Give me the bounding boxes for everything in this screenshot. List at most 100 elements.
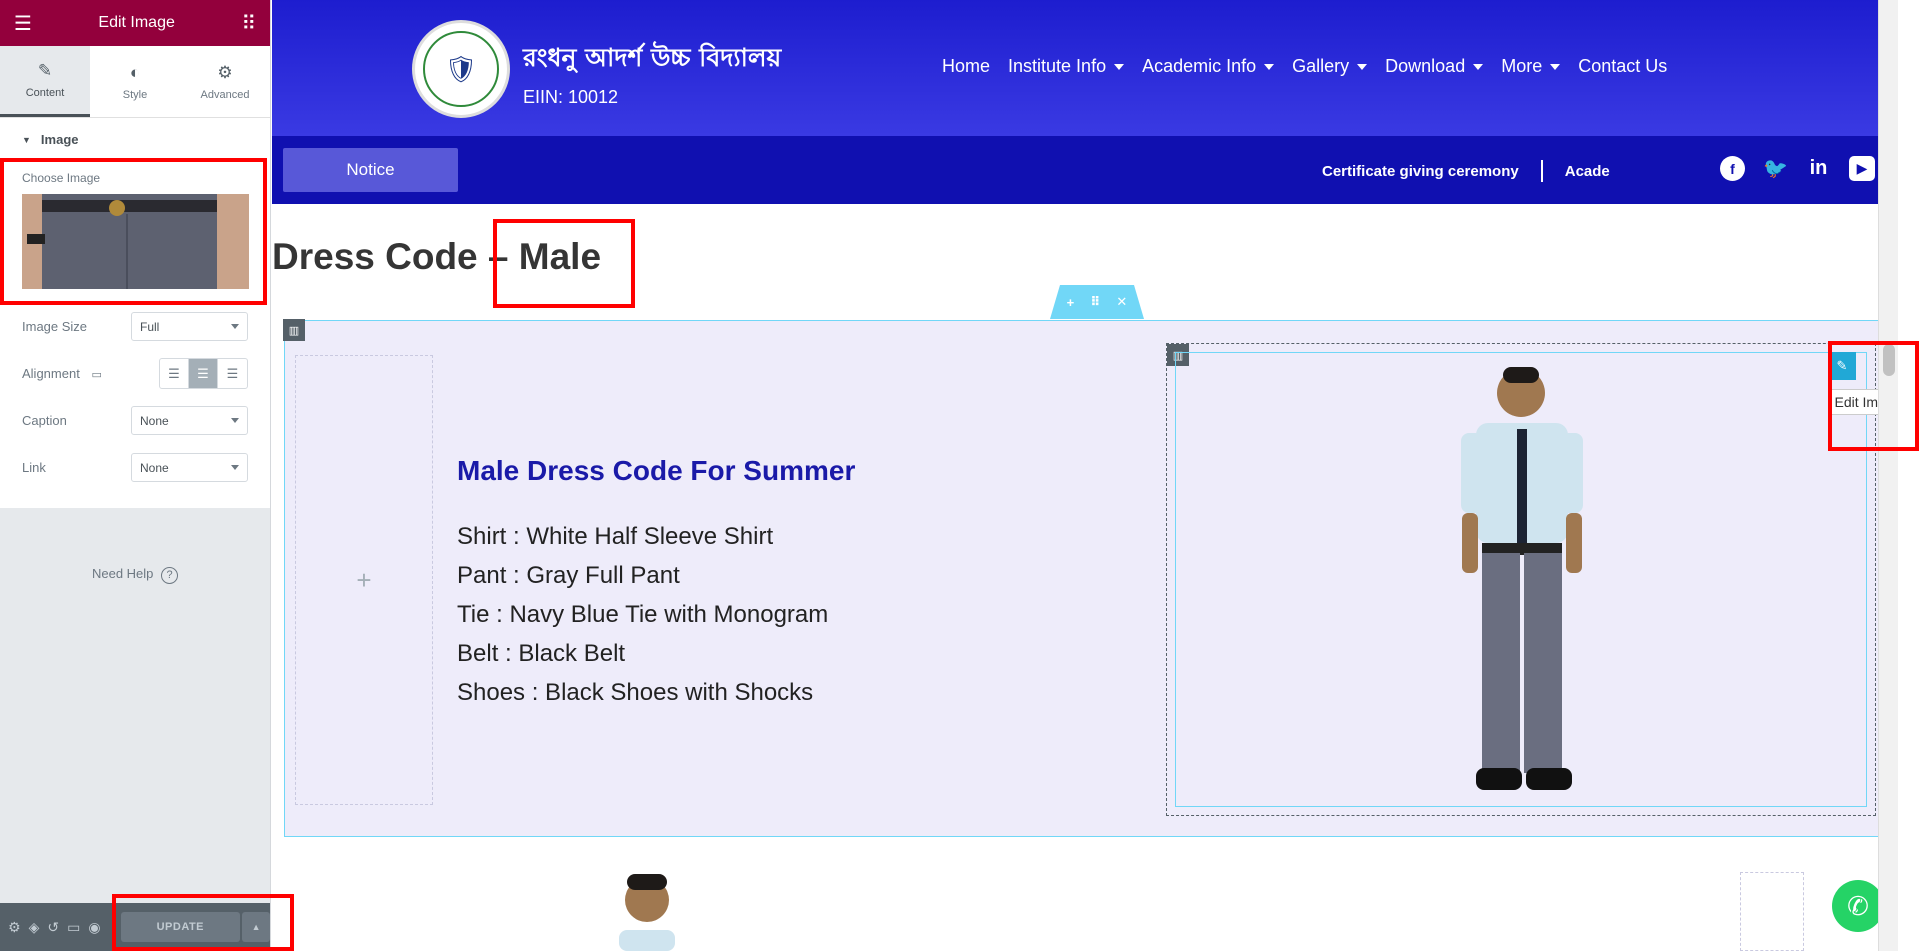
main-nav: Home Institute Info Academic Info Galler… <box>942 56 1667 77</box>
panel-title: Edit Image <box>98 14 175 31</box>
align-right-icon[interactable]: ☰ <box>218 359 247 388</box>
youtube-icon[interactable]: ▶ <box>1849 156 1875 181</box>
hamburger-menu-icon[interactable]: ☰ <box>14 11 32 36</box>
nav-academic-info[interactable]: Academic Info <box>1142 56 1275 77</box>
list-item: Shirt : White Half Sleeve Shirt <box>457 523 774 550</box>
page-title: Dress Code – Male <box>272 236 602 277</box>
tab-style-label: Style <box>122 88 148 101</box>
preview-eye-icon[interactable]: ◉ <box>88 919 100 936</box>
caption-row: Caption None <box>0 397 270 444</box>
tab-advanced[interactable]: ⚙ Advanced <box>180 46 270 117</box>
desktop-icon[interactable]: ▭ <box>91 369 101 381</box>
link-select[interactable]: None <box>131 453 248 482</box>
twitter-icon[interactable]: 🐦 <box>1763 156 1788 181</box>
image-widget[interactable] <box>1175 352 1867 807</box>
chevron-down-icon <box>231 324 239 329</box>
chevron-down-icon <box>1473 63 1484 70</box>
caption-value: None <box>140 413 169 428</box>
add-widget-icon[interactable]: + <box>356 565 371 596</box>
update-options-chevron-icon[interactable]: ▲ <box>242 912 270 942</box>
tab-content-label: Content <box>25 87 65 99</box>
drag-handle-icon[interactable]: ⠿ <box>1090 294 1100 310</box>
navigator-icon[interactable]: ◈ <box>29 919 40 936</box>
nav-download[interactable]: Download <box>1385 56 1484 77</box>
nav-institute-info-label: Institute Info <box>1008 56 1107 76</box>
delete-section-icon[interactable]: ✕ <box>1116 294 1127 310</box>
link-row: Link None <box>0 444 270 491</box>
settings-icon[interactable]: ⚙ <box>8 919 21 936</box>
caption-select[interactable]: None <box>131 406 248 435</box>
ticker-item[interactable]: Acade <box>1565 163 1610 180</box>
site-preview: 🛡 রংধনু আদর্শ উচ্চ বিদ্যালয় EIIN: 10012… <box>272 0 1898 951</box>
link-value: None <box>140 460 169 475</box>
tab-content[interactable]: ✎ Content <box>0 46 90 117</box>
student-image <box>1461 367 1583 790</box>
history-icon[interactable]: ↺ <box>47 919 59 936</box>
need-help-label: Need Help <box>91 566 154 581</box>
nav-home[interactable]: Home <box>942 56 990 77</box>
nav-download-label: Download <box>1385 56 1466 76</box>
chevron-down-icon <box>231 465 239 470</box>
nav-gallery-label: Gallery <box>1292 56 1350 76</box>
social-links: f 🐦 in ▶ <box>1720 156 1875 181</box>
chevron-down-icon <box>1114 63 1125 70</box>
nav-academic-info-label: Academic Info <box>1142 56 1257 76</box>
image-size-select[interactable]: Full <box>131 312 248 341</box>
gear-icon: ⚙ <box>217 62 233 82</box>
tab-advanced-label: Advanced <box>200 88 250 101</box>
align-left-icon[interactable]: ☰ <box>160 359 189 388</box>
facebook-icon[interactable]: f <box>1720 156 1745 181</box>
column-handle-icon[interactable]: ▥ <box>283 319 305 341</box>
pencil-icon: ✎ <box>37 61 53 80</box>
scrollbar[interactable] <box>1878 0 1898 951</box>
editor-panel: ☰ Edit Image ⠿ ✎ Content ◐ Style ⚙ Advan… <box>0 0 271 951</box>
section-handle[interactable]: + ⠿ ✕ <box>1050 285 1144 319</box>
alignment-row: Alignment ▭ ☰ ☰ ☰ <box>0 350 270 397</box>
image-preview[interactable] <box>22 194 249 289</box>
scrollbar-thumb[interactable] <box>1883 344 1895 376</box>
caret-down-icon: ▼ <box>22 134 31 145</box>
site-header: 🛡 রংধনু আদর্শ উচ্চ বিদ্যালয় EIIN: 10012… <box>272 0 1898 136</box>
notice-bar: Notice Certificate giving ceremony Acade… <box>272 136 1898 204</box>
dress-list: Shirt : White Half Sleeve Shirt Pant : G… <box>457 517 828 712</box>
add-section-icon[interactable]: + <box>1067 295 1075 310</box>
school-logo[interactable]: 🛡 <box>412 20 510 118</box>
image-size-value: Full <box>140 319 160 334</box>
help-circle-icon: ? <box>161 567 179 584</box>
nav-home-label: Home <box>942 56 991 76</box>
dress-heading: Male Dress Code For Summer <box>457 455 856 486</box>
notice-ticker: Certificate giving ceremony Acade <box>1322 160 1610 182</box>
image-section-toggle[interactable]: ▼ Image <box>0 118 270 147</box>
nav-contact-us[interactable]: Contact Us <box>1578 56 1667 77</box>
responsive-icon[interactable]: ▭ <box>67 919 80 936</box>
widgets-grid-icon[interactable]: ⠿ <box>241 11 256 36</box>
list-item: Tie : Navy Blue Tie with Monogram <box>457 601 829 628</box>
update-button[interactable]: UPDATE <box>120 912 241 942</box>
second-student-image <box>619 874 675 951</box>
nav-institute-info[interactable]: Institute Info <box>1008 56 1125 77</box>
need-help-link[interactable]: Need Help ? <box>0 566 270 584</box>
panel-footer: ⚙ ◈ ↺ ▭ ◉ UPDATE ▲ <box>0 903 270 951</box>
image-size-label: Image Size <box>22 319 88 334</box>
contrast-icon: ◐ <box>129 62 141 82</box>
image-column[interactable]: ▥ <box>1166 343 1876 816</box>
empty-column[interactable] <box>1740 872 1804 951</box>
ticker-item[interactable]: Certificate giving ceremony <box>1322 163 1519 180</box>
pencil-icon: ✎ <box>1836 358 1848 373</box>
alignment-label-text: Alignment <box>22 366 80 381</box>
dress-code-section[interactable]: + ⠿ ✕ ▥ + Male Dress Code For Summer Shi… <box>283 285 1888 837</box>
school-branding: রংধনু আদর্শ উচ্চ বিদ্যালয় EIIN: 10012 <box>523 38 781 108</box>
empty-column[interactable]: + <box>295 355 433 805</box>
tab-style[interactable]: ◐ Style <box>90 46 180 117</box>
eiin-number: EIIN: 10012 <box>523 87 619 107</box>
chevron-down-icon <box>1357 63 1368 70</box>
align-center-icon[interactable]: ☰ <box>189 359 218 388</box>
notice-button[interactable]: Notice <box>283 148 458 192</box>
edit-image-button[interactable]: ✎ <box>1828 352 1856 380</box>
linkedin-icon[interactable]: in <box>1806 156 1831 181</box>
alignment-buttons: ☰ ☰ ☰ <box>159 358 248 389</box>
nav-gallery[interactable]: Gallery <box>1292 56 1368 77</box>
chevron-down-icon <box>1550 63 1561 70</box>
nav-more[interactable]: More <box>1501 56 1561 77</box>
whatsapp-icon[interactable]: ✆ <box>1832 880 1884 932</box>
